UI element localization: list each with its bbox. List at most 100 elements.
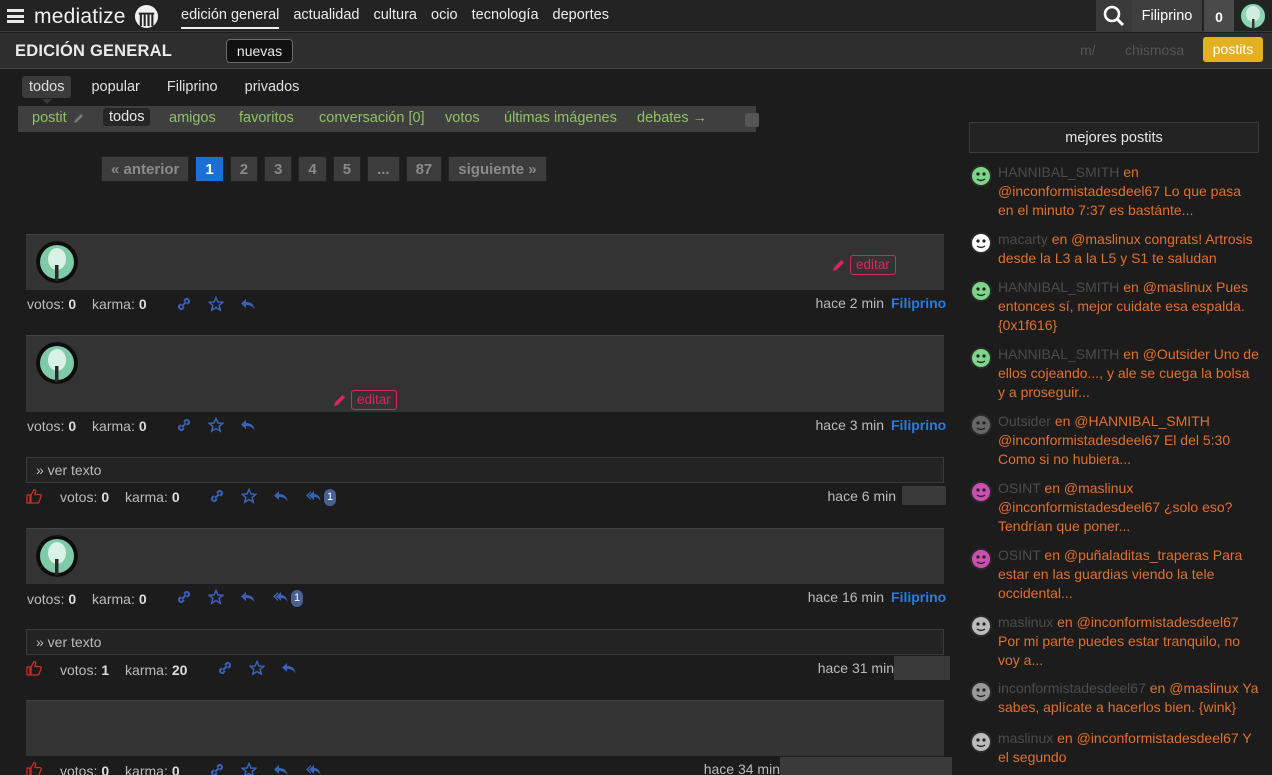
reply-icon[interactable] xyxy=(273,488,289,504)
top-postit-user[interactable]: maslinux xyxy=(998,614,1053,630)
avatar[interactable] xyxy=(970,615,992,637)
top-postit-item[interactable]: maslinux en @inconformistadesdeel67 Y el… xyxy=(970,729,1260,767)
link-icon[interactable] xyxy=(176,296,192,312)
tab-popular[interactable]: popular xyxy=(84,76,146,98)
top-postit-item[interactable]: OSINT en @maslinux @inconformistadesdeel… xyxy=(970,479,1260,536)
replies-icon[interactable] xyxy=(272,589,288,605)
top-postit-message[interactable]: @inconformistadesdeel67 Lo que pasa en e… xyxy=(998,183,1241,218)
reply-icon[interactable] xyxy=(240,589,256,605)
ver-texto-toggle[interactable]: » ver texto xyxy=(26,457,944,483)
tab2-favoritos[interactable]: favoritos xyxy=(239,110,294,126)
avatar[interactable] xyxy=(36,241,78,283)
link-icon[interactable] xyxy=(176,589,192,605)
top-postit-item[interactable]: HANNIBAL_SMITH en @maslinux Pues entonce… xyxy=(970,278,1260,335)
top-postit-user[interactable]: maslinux xyxy=(998,730,1053,746)
top-postit-user[interactable]: HANNIBAL_SMITH xyxy=(998,164,1119,180)
pager-page[interactable]: 2 xyxy=(229,156,259,182)
pager-next[interactable]: siguiente » xyxy=(448,156,547,182)
post-author[interactable]: Filiprino xyxy=(891,295,946,311)
avatar[interactable] xyxy=(970,681,992,703)
user-avatar[interactable] xyxy=(1238,1,1268,31)
top-postit-item[interactable]: maslinux en @inconformistadesdeel67 Por … xyxy=(970,613,1260,670)
star-icon[interactable] xyxy=(241,488,257,504)
top-postit-user[interactable]: macarty xyxy=(998,231,1048,247)
nav-edicion-general[interactable]: edición general xyxy=(181,7,280,29)
top-postit-user[interactable]: Outsider xyxy=(998,413,1051,429)
top-postit-user[interactable]: inconformistadesdeel67 xyxy=(998,680,1146,696)
reply-icon[interactable] xyxy=(240,417,256,433)
avatar[interactable] xyxy=(970,232,992,254)
thumbs-up-icon[interactable] xyxy=(26,660,42,676)
pager-page-current[interactable]: 1 xyxy=(195,156,224,182)
top-postit-user[interactable]: OSINT xyxy=(998,547,1041,563)
reply-icon[interactable] xyxy=(240,296,256,312)
replies-icon[interactable] xyxy=(305,488,321,504)
user-menu[interactable]: Filiprino xyxy=(1132,0,1202,32)
sub-link-m[interactable]: m/ xyxy=(1080,42,1096,58)
star-icon[interactable] xyxy=(241,762,257,775)
tab-todos[interactable]: todos xyxy=(22,76,72,98)
tab-postit[interactable]: postit xyxy=(32,110,85,126)
avatar[interactable] xyxy=(36,342,78,384)
star-icon[interactable] xyxy=(208,296,224,312)
search-button[interactable] xyxy=(1096,0,1132,32)
reply-icon[interactable] xyxy=(273,762,289,775)
nav-deportes[interactable]: deportes xyxy=(553,7,609,29)
top-postit-item[interactable]: HANNIBAL_SMITH en @Outsider Uno de ellos… xyxy=(970,345,1260,402)
pager-page[interactable]: 5 xyxy=(332,156,362,182)
top-postit-item[interactable]: OSINT en @puñaladitas_traperas Para esta… xyxy=(970,546,1260,603)
sub-link-chismosa[interactable]: chismosa xyxy=(1125,42,1184,58)
star-icon[interactable] xyxy=(249,660,265,676)
avatar[interactable] xyxy=(970,165,992,187)
tab2-ultimas-imagenes[interactable]: últimas imágenes xyxy=(504,110,617,126)
avatar[interactable] xyxy=(970,548,992,570)
brand-name[interactable]: mediatize xyxy=(34,5,126,29)
top-postit-item[interactable]: macarty en @maslinux congrats! Artrosis … xyxy=(970,230,1260,268)
top-postit-user[interactable]: HANNIBAL_SMITH xyxy=(998,346,1119,362)
top-postit-item[interactable]: HANNIBAL_SMITH en @inconformistadesdeel6… xyxy=(970,163,1260,220)
ver-texto-toggle[interactable]: » ver texto xyxy=(26,629,944,655)
link-icon[interactable] xyxy=(209,762,225,775)
avatar[interactable] xyxy=(970,481,992,503)
top-postit-user[interactable]: HANNIBAL_SMITH xyxy=(998,279,1119,295)
tab2-votos[interactable]: votos xyxy=(445,110,480,126)
post-author[interactable]: Filiprino xyxy=(891,589,946,605)
top-postit-user[interactable]: OSINT xyxy=(998,480,1041,496)
tab-privados[interactable]: privados xyxy=(238,76,307,98)
link-icon[interactable] xyxy=(176,417,192,433)
tab2-amigos[interactable]: amigos xyxy=(169,110,216,126)
edit-button[interactable]: editar xyxy=(351,390,397,410)
postits-button[interactable]: postits xyxy=(1203,37,1263,62)
pager-prev[interactable]: « anterior xyxy=(101,156,190,182)
replies-icon[interactable] xyxy=(305,762,321,775)
post-author[interactable]: Filiprino xyxy=(891,417,946,433)
tab2-debates[interactable]: debates → xyxy=(637,110,707,126)
nav-cultura[interactable]: cultura xyxy=(373,7,417,29)
link-icon[interactable] xyxy=(209,488,225,504)
star-icon[interactable] xyxy=(208,417,224,433)
avatar[interactable] xyxy=(36,535,78,577)
star-icon[interactable] xyxy=(208,589,224,605)
avatar[interactable] xyxy=(970,347,992,369)
reply-icon[interactable] xyxy=(281,660,297,676)
notifications-count[interactable]: 0 xyxy=(1204,0,1234,32)
tab-filiprino[interactable]: Filiprino xyxy=(160,76,225,98)
tab2-todos[interactable]: todos xyxy=(103,108,151,126)
avatar[interactable] xyxy=(970,280,992,302)
nuevas-button[interactable]: nuevas xyxy=(226,39,293,63)
avatar[interactable] xyxy=(970,731,992,753)
pager-page[interactable]: 4 xyxy=(298,156,327,182)
rss-icon[interactable] xyxy=(745,113,759,127)
link-icon[interactable] xyxy=(217,660,233,676)
nav-tecnologia[interactable]: tecnología xyxy=(472,7,539,29)
top-postit-item[interactable]: Outsider en @HANNIBAL_SMITH @inconformis… xyxy=(970,412,1260,469)
edit-button[interactable]: editar xyxy=(850,255,896,275)
thumbs-up-icon[interactable] xyxy=(26,761,42,775)
top-postit-item[interactable]: inconformistadesdeel67 en @maslinux Ya s… xyxy=(970,679,1260,717)
menu-icon[interactable] xyxy=(7,9,24,23)
logo-icon[interactable] xyxy=(134,4,159,29)
avatar[interactable] xyxy=(970,414,992,436)
nav-actualidad[interactable]: actualidad xyxy=(293,7,359,29)
pager-page-last[interactable]: 87 xyxy=(405,156,443,182)
pager-page[interactable]: 3 xyxy=(264,156,293,182)
